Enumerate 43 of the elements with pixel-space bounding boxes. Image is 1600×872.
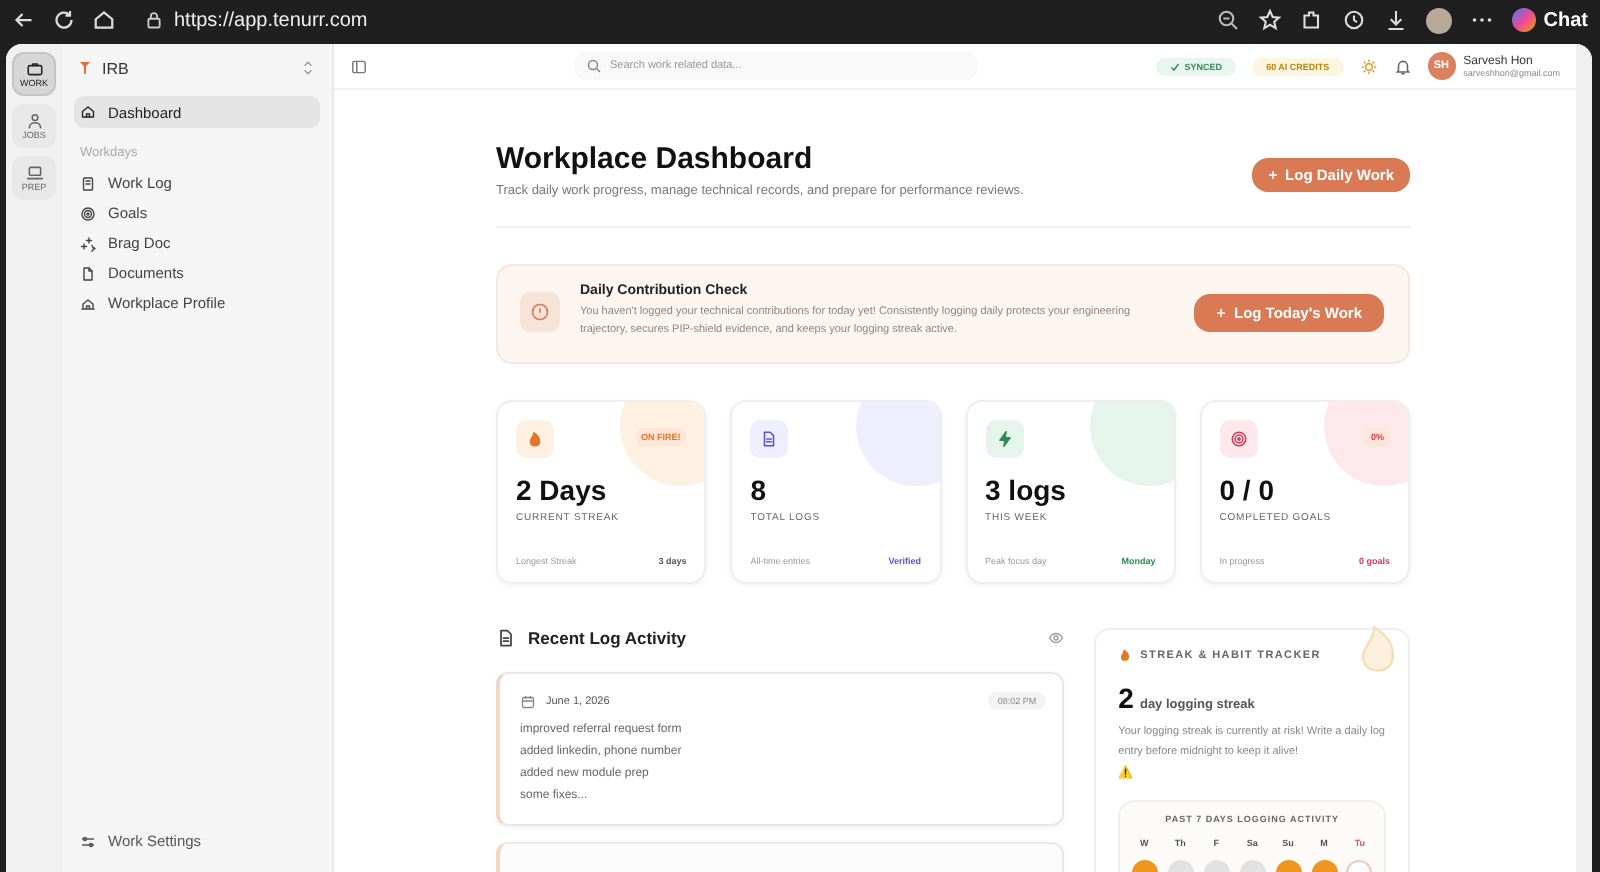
- alert-icon: [520, 292, 560, 333]
- url-text: https://app.tenurr.com: [174, 9, 368, 31]
- streak-count: 2: [1118, 682, 1134, 715]
- extension-icon[interactable]: [1299, 8, 1324, 32]
- file-icon: [80, 265, 96, 281]
- flame-icon: [1118, 648, 1133, 663]
- stat-value: 3 logs: [985, 474, 1068, 507]
- notebook-icon: [80, 175, 96, 191]
- chat-button[interactable]: Chat: [1511, 8, 1588, 32]
- calendar-icon: [520, 693, 536, 710]
- plus-icon: [1215, 307, 1226, 318]
- download-icon[interactable]: [1383, 8, 1408, 32]
- building-icon: [80, 295, 96, 311]
- plus-icon: [1267, 170, 1278, 180]
- zoom-out-icon[interactable]: [1215, 8, 1240, 32]
- document-icon: [496, 628, 516, 649]
- target-icon: [80, 205, 96, 221]
- sidebar-toggle-icon[interactable]: [350, 57, 368, 75]
- lock-icon: [144, 10, 164, 30]
- sparkle-icon: [80, 235, 96, 251]
- laptop-icon: [25, 164, 43, 182]
- briefcase-icon: [25, 60, 43, 78]
- logo-icon: [80, 62, 90, 74]
- home-icon[interactable]: [92, 8, 116, 32]
- bell-icon[interactable]: [1393, 57, 1412, 75]
- stat-value: 8: [750, 474, 769, 507]
- settings-icon: [80, 833, 96, 849]
- reload-icon[interactable]: [52, 8, 76, 32]
- check-icon: [1170, 61, 1181, 71]
- person-icon: [25, 112, 43, 130]
- chevron-icon: [302, 60, 314, 76]
- workspace-switcher[interactable]: IRB: [74, 44, 320, 92]
- profile-avatar[interactable]: [1425, 7, 1452, 33]
- history-icon[interactable]: [1341, 8, 1366, 32]
- back-icon[interactable]: [12, 8, 36, 32]
- stat-value: 2 Days: [516, 474, 609, 507]
- eye-icon[interactable]: [1048, 630, 1065, 647]
- stat-value: 0 / 0: [1219, 474, 1276, 507]
- star-icon[interactable]: [1257, 8, 1282, 32]
- section-title: Recent Log Activity: [528, 628, 689, 649]
- address-bar[interactable]: https://app.tenurr.com: [132, 5, 1200, 35]
- home-icon: [80, 104, 96, 120]
- page-title: Workplace Dashboard: [496, 142, 815, 176]
